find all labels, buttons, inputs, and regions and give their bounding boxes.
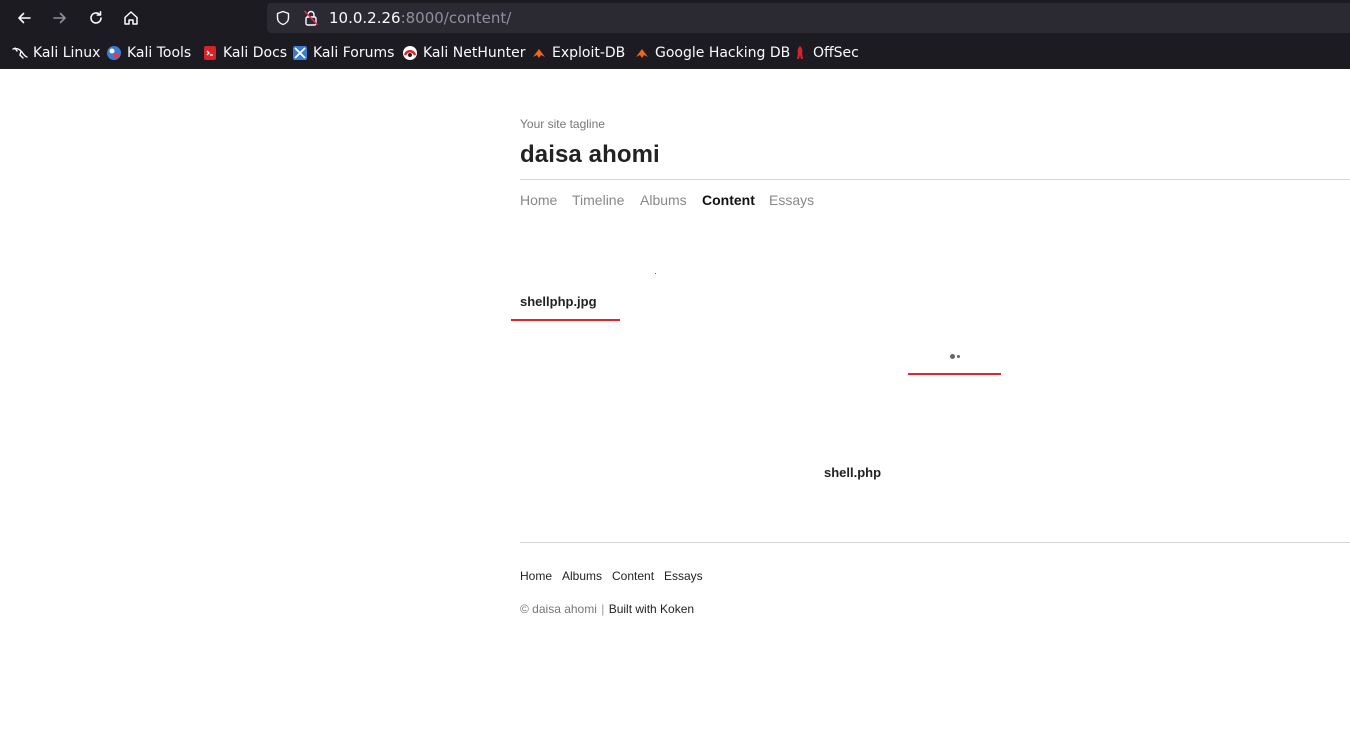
footer-separator: | [601,602,605,616]
annotation-underline [511,319,620,321]
bookmark-label: Kali Forums [313,45,395,61]
bookmark-label: Kali Docs [223,45,288,61]
kali-forums-icon [293,46,307,60]
bookmarks-toolbar: Kali Linux Kali Tools Kali Docs Kali For… [0,40,1350,66]
footer-nav-content[interactable]: Content [612,569,654,583]
bookmark-offsec[interactable]: OffSec [792,42,859,64]
forward-button[interactable] [47,5,73,31]
bookmark-kali-docs[interactable]: Kali Docs [202,42,287,64]
nav-essays[interactable]: Essays [769,192,814,208]
nav-content[interactable]: Content [702,192,755,208]
bookmark-label: Exploit-DB [552,45,626,61]
bookmark-google-hacking-db[interactable]: Google Hacking DB [634,42,790,64]
reload-button[interactable] [83,5,109,31]
kali-tools-icon [107,46,121,60]
insecure-lock-icon[interactable] [303,9,319,27]
loading-spinner-icon [950,354,962,360]
bookmark-kali-linux[interactable]: Kali Linux [12,42,100,64]
browser-toolbar: 10.0.2.26:8000/content/ [0,0,1350,36]
header-divider [520,179,1350,180]
reload-icon [90,11,102,24]
bookmark-label: Kali NetHunter [423,45,526,61]
footer-divider [520,542,1350,543]
home-icon [124,11,138,25]
footer-copyright: © daisa ahomi | Built with Koken [520,602,694,616]
home-button[interactable] [118,5,144,31]
kali-dragon-icon [12,47,28,59]
broken-image-placeholder[interactable] [655,273,656,274]
url-path: :8000/content/ [400,9,512,27]
browser-chrome: 10.0.2.26:8000/content/ Kali Linux Kali … [0,0,1350,69]
bookmark-kali-tools[interactable]: Kali Tools [106,42,191,64]
kali-nethunter-icon [403,46,417,60]
offsec-icon [797,46,803,59]
bookmark-exploit-db[interactable]: Exploit-DB [531,42,625,64]
bookmark-label: OffSec [813,45,859,61]
back-button[interactable] [11,5,37,31]
ghdb-icon [636,49,648,58]
nav-albums[interactable]: Albums [640,192,687,208]
bookmark-label: Kali Tools [127,45,192,61]
nav-home[interactable]: Home [520,192,557,208]
kali-docs-icon [204,46,216,60]
content-item-title[interactable]: shellphp.jpg [520,294,597,309]
url-bar[interactable]: 10.0.2.26:8000/content/ [267,3,1350,33]
exploit-db-icon [533,49,545,58]
footer-nav-home[interactable]: Home [520,569,552,583]
footer-nav-essays[interactable]: Essays [664,569,703,583]
annotation-underline [908,373,1001,375]
url-text[interactable]: 10.0.2.26:8000/content/ [329,9,511,27]
url-host: 10.0.2.26 [329,9,401,27]
site-title[interactable]: daisa ahomi [520,141,660,169]
bookmark-kali-nethunter[interactable]: Kali NetHunter [402,42,525,64]
arrow-left-icon [18,12,31,24]
bookmark-kali-forums[interactable]: Kali Forums [292,42,394,64]
built-with-koken-link[interactable]: Built with Koken [609,602,694,616]
footer-nav-albums[interactable]: Albums [562,569,602,583]
arrow-right-icon [53,12,66,24]
content-item-title[interactable]: shell.php [824,465,881,480]
shield-icon[interactable] [275,10,291,26]
copyright-text: © daisa ahomi [520,602,597,616]
site-tagline: Your site tagline [520,117,605,131]
nav-timeline[interactable]: Timeline [572,192,624,208]
bookmark-label: Kali Linux [33,45,101,61]
bookmark-label: Google Hacking DB [655,45,791,61]
